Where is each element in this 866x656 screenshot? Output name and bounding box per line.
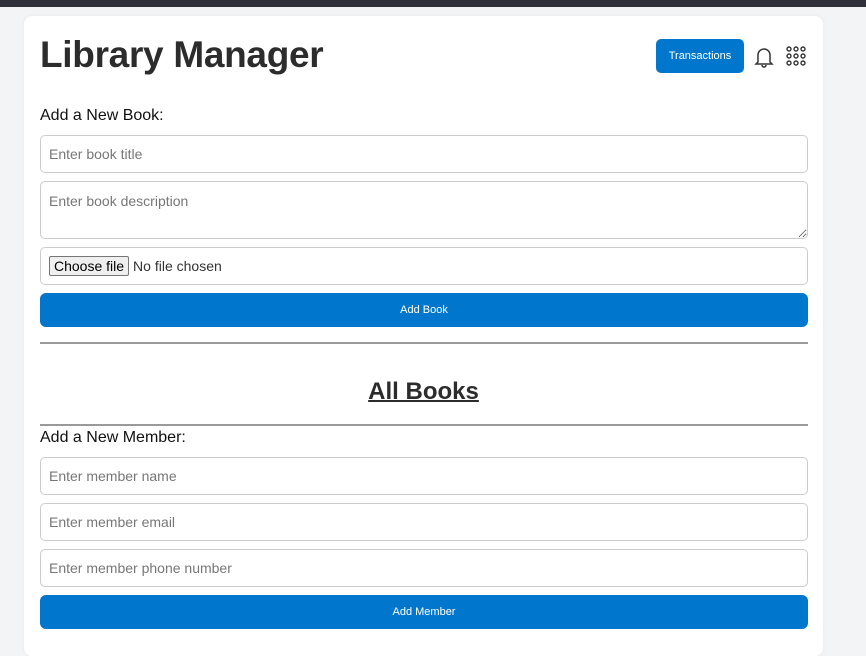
page-title: Library Manager: [40, 34, 324, 75]
member-email-input[interactable]: [40, 503, 808, 541]
choose-file-button[interactable]: Choose file: [49, 256, 130, 276]
add-book-heading: Add a New Book:: [40, 107, 164, 124]
divider: [40, 424, 808, 426]
book-description-input[interactable]: [40, 181, 808, 239]
browser-top-bar: [0, 0, 866, 7]
divider: [40, 342, 808, 344]
transactions-button[interactable]: Transactions: [656, 39, 744, 73]
member-phone-input[interactable]: [40, 549, 808, 587]
apps-grid-icon[interactable]: [786, 46, 806, 66]
all-books-heading: All Books: [368, 378, 479, 405]
bell-icon[interactable]: [753, 45, 775, 69]
book-file-input[interactable]: Choose file No file chosen: [40, 247, 808, 285]
main-card: Library Manager Transactions Add a New B…: [24, 16, 823, 656]
member-name-input[interactable]: [40, 457, 808, 495]
add-member-button[interactable]: Add Member: [40, 595, 808, 629]
book-title-input[interactable]: [40, 135, 808, 173]
file-status: No file chosen: [133, 258, 222, 274]
add-member-heading: Add a New Member:: [40, 429, 186, 446]
add-book-button[interactable]: Add Book: [40, 293, 808, 327]
